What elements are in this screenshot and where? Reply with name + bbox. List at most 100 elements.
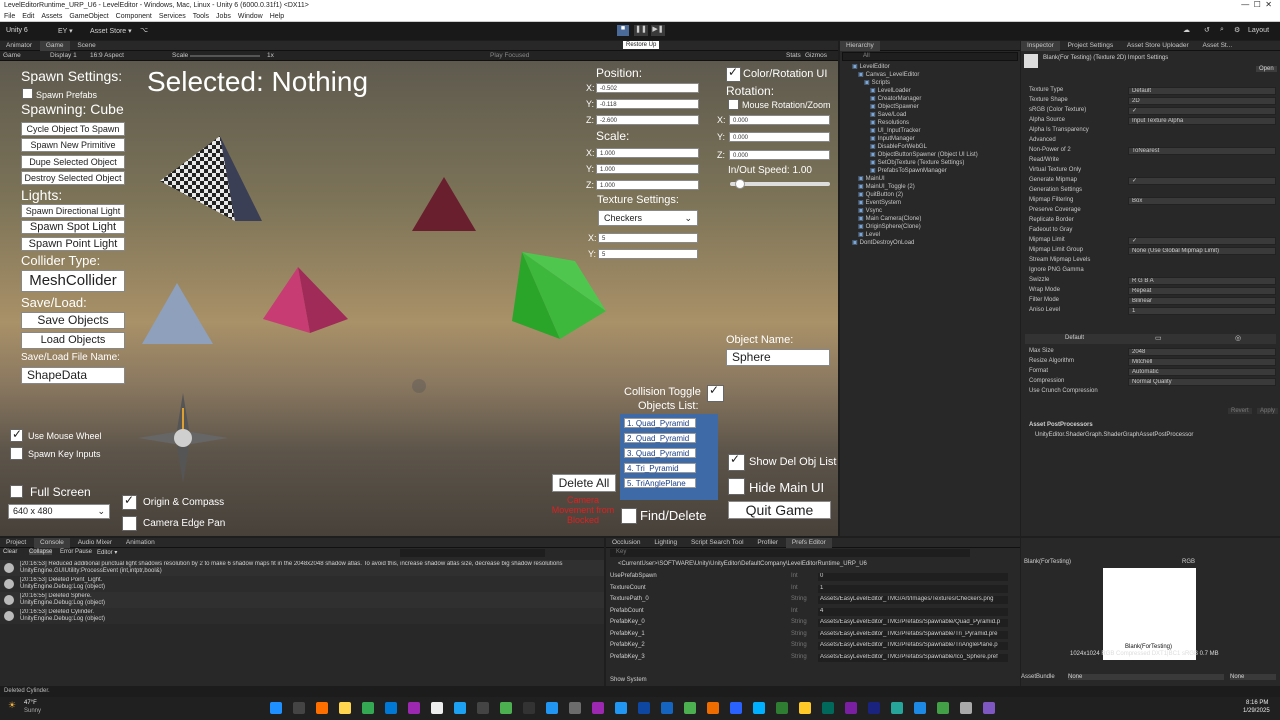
- hierarchy-item[interactable]: ▣ SetObjTexture (Texture Settings): [870, 159, 964, 166]
- version-control-icon[interactable]: ⌥: [140, 26, 148, 34]
- menu-item-jobs[interactable]: Jobs: [216, 13, 231, 20]
- resolution-dropdown[interactable]: 640 x 480 ⌄: [8, 504, 110, 519]
- menu-item-edit[interactable]: Edit: [22, 13, 34, 20]
- search-icon[interactable]: ⌕: [1220, 26, 1224, 34]
- game-mode-dropdown[interactable]: Game: [3, 52, 21, 59]
- origin-compass-checkbox[interactable]: [122, 493, 137, 510]
- inout-speed-slider[interactable]: [730, 179, 830, 189]
- position-z-input[interactable]: -2.600: [596, 115, 699, 125]
- taskbar-app-icon[interactable]: [937, 702, 949, 714]
- hierarchy-item[interactable]: ▣ EventSystem: [858, 199, 901, 206]
- inspector-field-value[interactable]: R G B A: [1128, 277, 1276, 285]
- camera-edge-pan-checkbox[interactable]: [122, 516, 137, 531]
- window-controls[interactable]: — ☐ ✕: [1241, 0, 1272, 9]
- color-rotation-ui-checkbox[interactable]: [726, 65, 741, 82]
- clock-time[interactable]: 8:16 PM: [1246, 700, 1268, 706]
- taskbar-app-icon[interactable]: [615, 702, 627, 714]
- hierarchy-item[interactable]: ▣ Level: [858, 231, 880, 238]
- revert-button[interactable]: Revert: [1228, 408, 1252, 414]
- stats-button[interactable]: Stats: [786, 52, 801, 59]
- object-list-item[interactable]: 4. Tri_Pyramid: [624, 463, 696, 473]
- step-button[interactable]: ▶❚: [651, 25, 665, 36]
- taskbar-app-icon[interactable]: [431, 702, 443, 714]
- spawn-prefabs-checkbox[interactable]: [22, 88, 33, 99]
- console-log-row[interactable]: [20:16:53] Deleted Cylinder. UnityEngine.…: [0, 608, 604, 624]
- cloud-icon[interactable]: ☁: [1183, 26, 1190, 34]
- hierarchy-item[interactable]: ▣ LevelLoader: [870, 87, 911, 94]
- taskbar-app-icon[interactable]: [753, 702, 765, 714]
- taskbar-app-icon[interactable]: [845, 702, 857, 714]
- tab-asset-store-uploader[interactable]: Asset Store Uploader: [1121, 41, 1195, 51]
- dupe-selected-button[interactable]: Dupe Selected Object: [21, 155, 125, 169]
- cycle-object-button[interactable]: Cycle Object To Spawn: [21, 122, 125, 136]
- position-x-input[interactable]: -0.502: [596, 83, 699, 93]
- hierarchy-item[interactable]: ▣ Scripts: [864, 79, 890, 86]
- assetbundle-dropdown[interactable]: None: [1068, 674, 1224, 680]
- taskbar-app-icon[interactable]: [730, 702, 742, 714]
- inspector-field-value[interactable]: Input Texture Alpha: [1128, 117, 1276, 125]
- object-list-item[interactable]: 2. Quad_Pyramid: [624, 433, 696, 443]
- pref-value[interactable]: Assets/EasyLevelEditor_TMG/Prefabs/Spawn…: [818, 653, 1008, 662]
- taskbar-app-icon[interactable]: [385, 702, 397, 714]
- hierarchy-item[interactable]: ▣ Resolutions: [870, 119, 909, 126]
- pref-value[interactable]: 0: [818, 573, 1008, 581]
- tab-script-search[interactable]: Script Search Tool: [685, 538, 750, 548]
- objects-list-panel[interactable]: 1. Quad_Pyramid 2. Quad_Pyramid 3. Quad_Py…: [620, 414, 718, 500]
- hierarchy-item[interactable]: ▣ OriginSphere(Clone): [858, 223, 921, 230]
- tab-lighting[interactable]: Lighting: [648, 538, 683, 548]
- taskbar-app-icon[interactable]: [707, 702, 719, 714]
- mouse-rotation-checkbox[interactable]: [728, 99, 739, 110]
- pref-value[interactable]: Assets/EasyLevelEditor_TMG/Prefabs/Spawn…: [818, 642, 1008, 650]
- taskbar-app-icon[interactable]: [546, 702, 558, 714]
- hierarchy-item[interactable]: ▣ ObjectButtonSpawner (Object UI List): [870, 151, 978, 158]
- delete-all-button[interactable]: Delete All: [552, 474, 616, 492]
- hierarchy-search[interactable]: All: [842, 52, 1018, 61]
- error-pause-button[interactable]: Error Pause: [60, 549, 92, 555]
- tab-animator[interactable]: Animator: [0, 41, 38, 51]
- taskbar-app-icon[interactable]: [799, 702, 811, 714]
- inspector-field-value[interactable]: Box: [1128, 197, 1276, 205]
- taskbar-app-icon[interactable]: [822, 702, 834, 714]
- scale-y-input[interactable]: 1.000: [596, 164, 699, 174]
- position-y-input[interactable]: -0.118: [596, 99, 699, 109]
- use-mouse-wheel-checkbox[interactable]: [10, 427, 23, 442]
- rotation-y-input[interactable]: 0.000: [729, 132, 830, 142]
- hierarchy-item[interactable]: ▣ LevelEditor: [852, 63, 890, 70]
- hierarchy-item[interactable]: ▣ QuitButton (2): [858, 191, 903, 198]
- stop-button[interactable]: ■: [617, 25, 629, 36]
- hierarchy-item[interactable]: ▣ InputManager: [870, 135, 915, 142]
- pref-value[interactable]: 1: [818, 584, 1008, 593]
- taskbar-app-icon[interactable]: [661, 702, 673, 714]
- hierarchy-item[interactable]: ▣ Save/Load: [870, 111, 906, 118]
- assetbundle-variant-dropdown[interactable]: None: [1230, 674, 1276, 680]
- taskbar-app-icon[interactable]: [362, 702, 374, 714]
- display-dropdown[interactable]: Display 1: [50, 52, 77, 59]
- console-log-row[interactable]: [20:16:53] Reduced additional punctual l…: [0, 560, 604, 576]
- taskbar-app-icon[interactable]: [983, 702, 995, 714]
- editor-dropdown[interactable]: Editor ▾: [97, 549, 117, 556]
- texture-y-input[interactable]: 5: [598, 249, 698, 259]
- tab-audio-mixer[interactable]: Audio Mixer: [72, 538, 118, 548]
- load-objects-button[interactable]: Load Objects: [21, 332, 125, 349]
- hierarchy-item[interactable]: ▣ UI_InputTracker: [870, 127, 920, 134]
- hierarchy-item[interactable]: ▣ DontDestroyOnLoad: [852, 239, 914, 246]
- spawn-point-light-button[interactable]: Spawn Point Light: [21, 237, 125, 251]
- menu-item-services[interactable]: Services: [159, 13, 186, 20]
- taskbar-app-icon[interactable]: [523, 702, 535, 714]
- spawn-key-inputs-checkbox[interactable]: [10, 447, 23, 460]
- quit-game-button[interactable]: Quit Game: [728, 501, 831, 519]
- play-focused-dropdown[interactable]: Play Focused: [490, 52, 529, 59]
- scale-slider[interactable]: [190, 55, 260, 57]
- taskbar-app-icon[interactable]: [316, 702, 328, 714]
- texture-dropdown[interactable]: Checkers ⌄: [598, 210, 698, 226]
- hide-main-ui-checkbox[interactable]: [728, 478, 745, 495]
- taskbar-app-icon[interactable]: [293, 702, 305, 714]
- inspector-field-value[interactable]: ToNearest: [1128, 147, 1276, 155]
- taskbar-app-icon[interactable]: [960, 702, 972, 714]
- tab-prefs-editor[interactable]: Prefs Editor: [785, 538, 832, 548]
- tab-asset-store[interactable]: Asset St...: [1197, 41, 1239, 51]
- tab-project[interactable]: Project: [0, 538, 32, 548]
- pref-value[interactable]: Assets/EasyLevelEditor_TMG/Art/Images/Te…: [818, 596, 1008, 604]
- hierarchy-item[interactable]: ▣ ObjectSpawner: [870, 103, 919, 110]
- taskbar-app-icon[interactable]: [454, 702, 466, 714]
